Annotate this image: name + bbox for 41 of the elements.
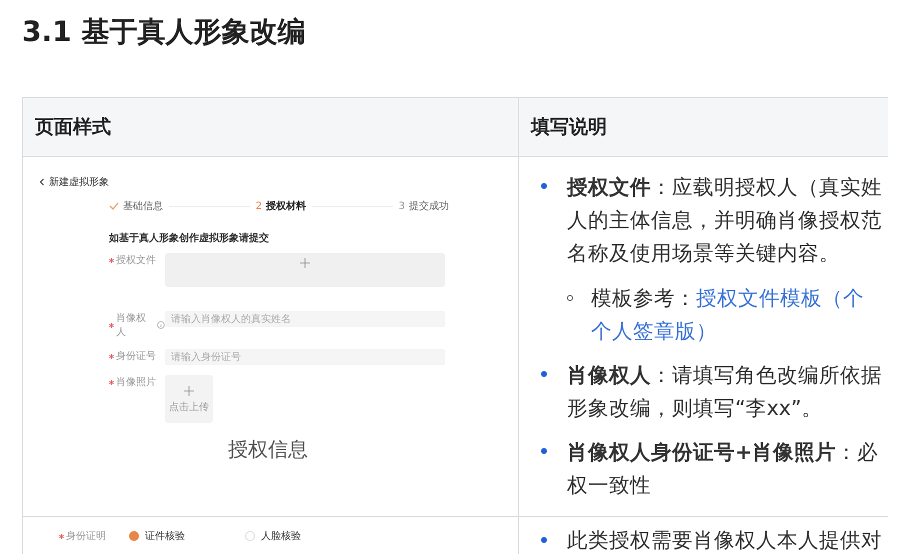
note-text: 权一致性 <box>567 472 652 499</box>
sub-bullet-icon <box>567 295 573 301</box>
step-number: 3 <box>398 200 405 212</box>
form-heading: 如基于真人形象创作虚拟形象请提交 <box>109 231 270 245</box>
section-heading: 3.1 基于真人形象改编 <box>21 14 306 50</box>
field-label: 身份证号 <box>116 350 156 363</box>
option-label: 人脸核验 <box>261 530 301 543</box>
plus-icon <box>183 384 195 396</box>
chevron-left-icon[interactable] <box>39 178 45 186</box>
note-text: 授权文件：应载明授权人（真实姓 <box>567 174 882 201</box>
step-number: 2 <box>256 200 262 212</box>
bullet-icon <box>541 183 547 189</box>
field-label: 肖像照片 <box>116 376 156 389</box>
step-label: 授权材料 <box>266 200 306 213</box>
bullet-icon <box>541 537 547 543</box>
radio-button[interactable] <box>129 531 139 541</box>
text-input[interactable]: 请输入肖像权人的真实姓名 <box>165 311 445 327</box>
bullet-icon <box>541 371 547 377</box>
note-text: 模板参考： <box>591 286 696 310</box>
note-text: 肖像权人身份证号+肖像照片：必 <box>567 439 878 466</box>
template-link[interactable]: 授权文件模板（个 <box>696 286 864 310</box>
note-text: 名称及使用场景等关键内容。 <box>567 240 841 267</box>
upload-button[interactable]: 点击上传 <box>165 375 213 423</box>
text-input[interactable]: 请输入身份证号 <box>165 349 445 365</box>
plus-icon <box>299 257 311 269</box>
note-text: 人的主体信息，并明确肖像授权范 <box>567 207 882 234</box>
step-label: 基础信息 <box>123 200 163 213</box>
field-label: 身份证明 <box>66 530 106 543</box>
back-link[interactable]: 新建虚拟形象 <box>49 175 109 189</box>
column-header: 页面样式 <box>23 98 519 156</box>
note-text: 此类授权需要肖像权人本人提供对 <box>567 527 882 553</box>
note-text: 形象改编，则填写“李xx”。 <box>567 395 824 422</box>
image-caption: 授权信息 <box>228 436 308 463</box>
template-link[interactable]: 个人签章版） <box>591 319 717 343</box>
note-text: 肖像权人：请填写角色改编所依据 <box>567 362 882 389</box>
step-label: 提交成功 <box>409 200 449 213</box>
column-header: 填写说明 <box>530 115 608 140</box>
field-label: 肖像权人 <box>116 312 147 339</box>
option-label: 证件核验 <box>145 530 185 543</box>
field-label: 授权文件 <box>116 254 156 267</box>
bullet-icon <box>541 448 547 454</box>
